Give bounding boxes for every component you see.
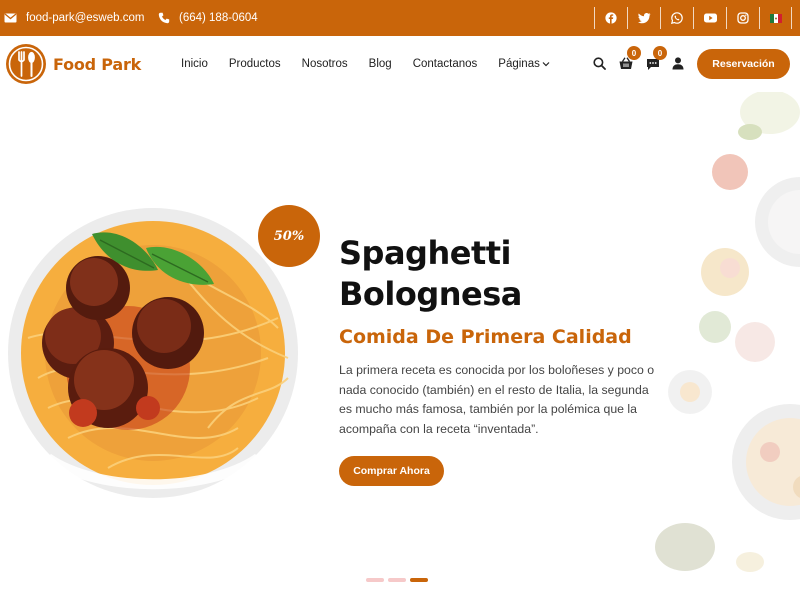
whatsapp-icon [671,12,683,24]
social-links [594,7,792,29]
slider-dot-2[interactable] [388,578,406,582]
user-icon [672,57,684,70]
reservation-button[interactable]: Reservación [697,49,790,79]
slider-dot-3[interactable] [410,578,428,582]
hero-subtitle: Comida De Primera Calidad [339,326,632,348]
facebook-link[interactable] [594,7,627,29]
cart-button[interactable]: 0 [619,46,641,75]
language-selector[interactable] [759,7,792,29]
discount-badge: 50% [258,205,320,267]
slider-dot-1[interactable] [366,578,384,582]
top-bar: food-park@esweb.com (664) 188-0604 [0,0,800,36]
messages-button[interactable]: 0 [646,46,667,76]
facebook-icon [605,12,617,24]
phone-contact[interactable]: (664) 188-0604 [158,0,258,36]
dish-image [8,208,298,498]
account-button[interactable] [672,57,684,75]
youtube-link[interactable] [693,7,726,29]
hero-title: Spaghetti Bolognesa [339,234,522,313]
twitter-link[interactable] [627,7,660,29]
search-icon [593,57,606,70]
search-button[interactable] [593,57,606,75]
whatsapp-link[interactable] [660,7,693,29]
hero-slider: 50% Spaghetti Bolognesa Comida De Primer… [0,92,800,598]
nav-actions: 0 0 Reservación [0,36,800,92]
messages-count-badge: 0 [653,46,667,60]
chat-icon [647,59,659,70]
spaghetti-plate-illustration [8,208,298,498]
phone-icon [158,12,170,24]
main-navbar: Food Park Inicio Productos Nosotros Blog… [0,36,800,92]
slider-dots [366,578,432,582]
instagram-link[interactable] [726,7,759,29]
hero-description: La primera receta es conocida por los bo… [339,363,655,436]
youtube-icon [703,13,717,23]
buy-now-button[interactable]: Comprar Ahora [339,456,444,486]
email-contact[interactable]: food-park@esweb.com [4,0,144,36]
instagram-icon [737,12,749,24]
mail-icon [4,13,17,23]
cart-count-badge: 0 [627,46,641,60]
email-text: food-park@esweb.com [26,12,145,24]
phone-text: (664) 188-0604 [179,12,258,24]
twitter-icon [637,12,650,23]
decorative-food-background [655,92,800,572]
mexico-flag-icon [769,13,782,23]
